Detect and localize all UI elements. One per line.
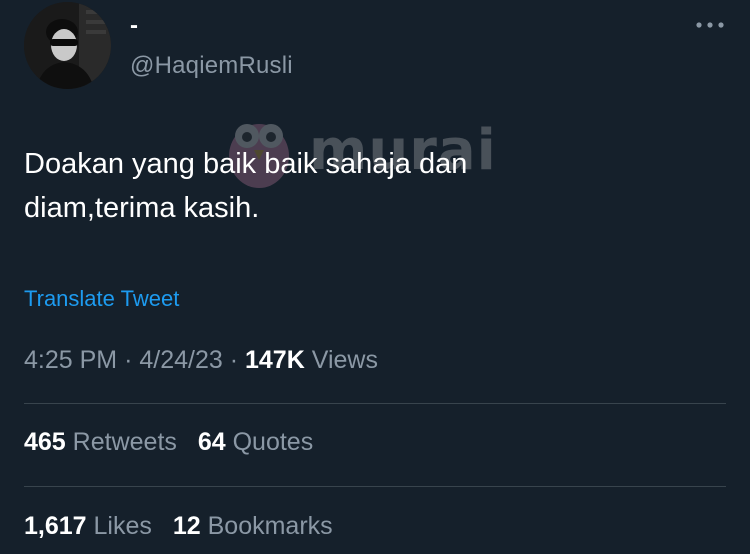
- likes-stat[interactable]: 1,617 Likes: [24, 509, 152, 543]
- author-handle[interactable]: @HaqiemRusli: [130, 52, 293, 80]
- author-display-name[interactable]: -: [130, 14, 138, 38]
- engagement-row: 465 Retweets 64 Quotes: [24, 425, 327, 459]
- quotes-count: 64: [197, 428, 226, 456]
- views-count: 147K: [245, 346, 305, 374]
- divider: [24, 486, 726, 487]
- meta-separator: ·: [229, 346, 239, 374]
- bookmarks-count: 12: [172, 512, 201, 540]
- meta-separator: ·: [124, 346, 133, 374]
- translate-tweet-link[interactable]: Translate Tweet: [24, 284, 179, 314]
- bookmarks-label: Bookmarks: [207, 512, 333, 540]
- tweet-time[interactable]: 4:25 PM: [24, 346, 117, 374]
- quotes-label: Quotes: [232, 428, 314, 456]
- avatar[interactable]: [24, 2, 111, 89]
- engagement-row: 1,617 Likes 12 Bookmarks: [24, 509, 347, 543]
- retweets-label: Retweets: [72, 428, 177, 456]
- likes-label: Likes: [93, 512, 152, 540]
- quotes-stat[interactable]: 64 Quotes: [198, 425, 313, 459]
- views-label: Views: [311, 346, 378, 374]
- retweets-count: 465: [24, 428, 66, 456]
- tweet-meta: 4:25 PM · 4/24/23 · 147K Views: [24, 343, 378, 377]
- divider: [24, 403, 726, 404]
- tweet-text: Doakan yang baik baik sahaja dan diam,te…: [24, 148, 468, 224]
- bookmarks-stat[interactable]: 12 Bookmarks: [173, 509, 333, 543]
- likes-count: 1,617: [24, 512, 87, 540]
- tweet-date[interactable]: 4/24/23: [139, 346, 222, 374]
- more-horizontal-icon[interactable]: [694, 15, 726, 35]
- retweets-stat[interactable]: 465 Retweets: [24, 425, 177, 459]
- avatar-photo: [24, 2, 111, 89]
